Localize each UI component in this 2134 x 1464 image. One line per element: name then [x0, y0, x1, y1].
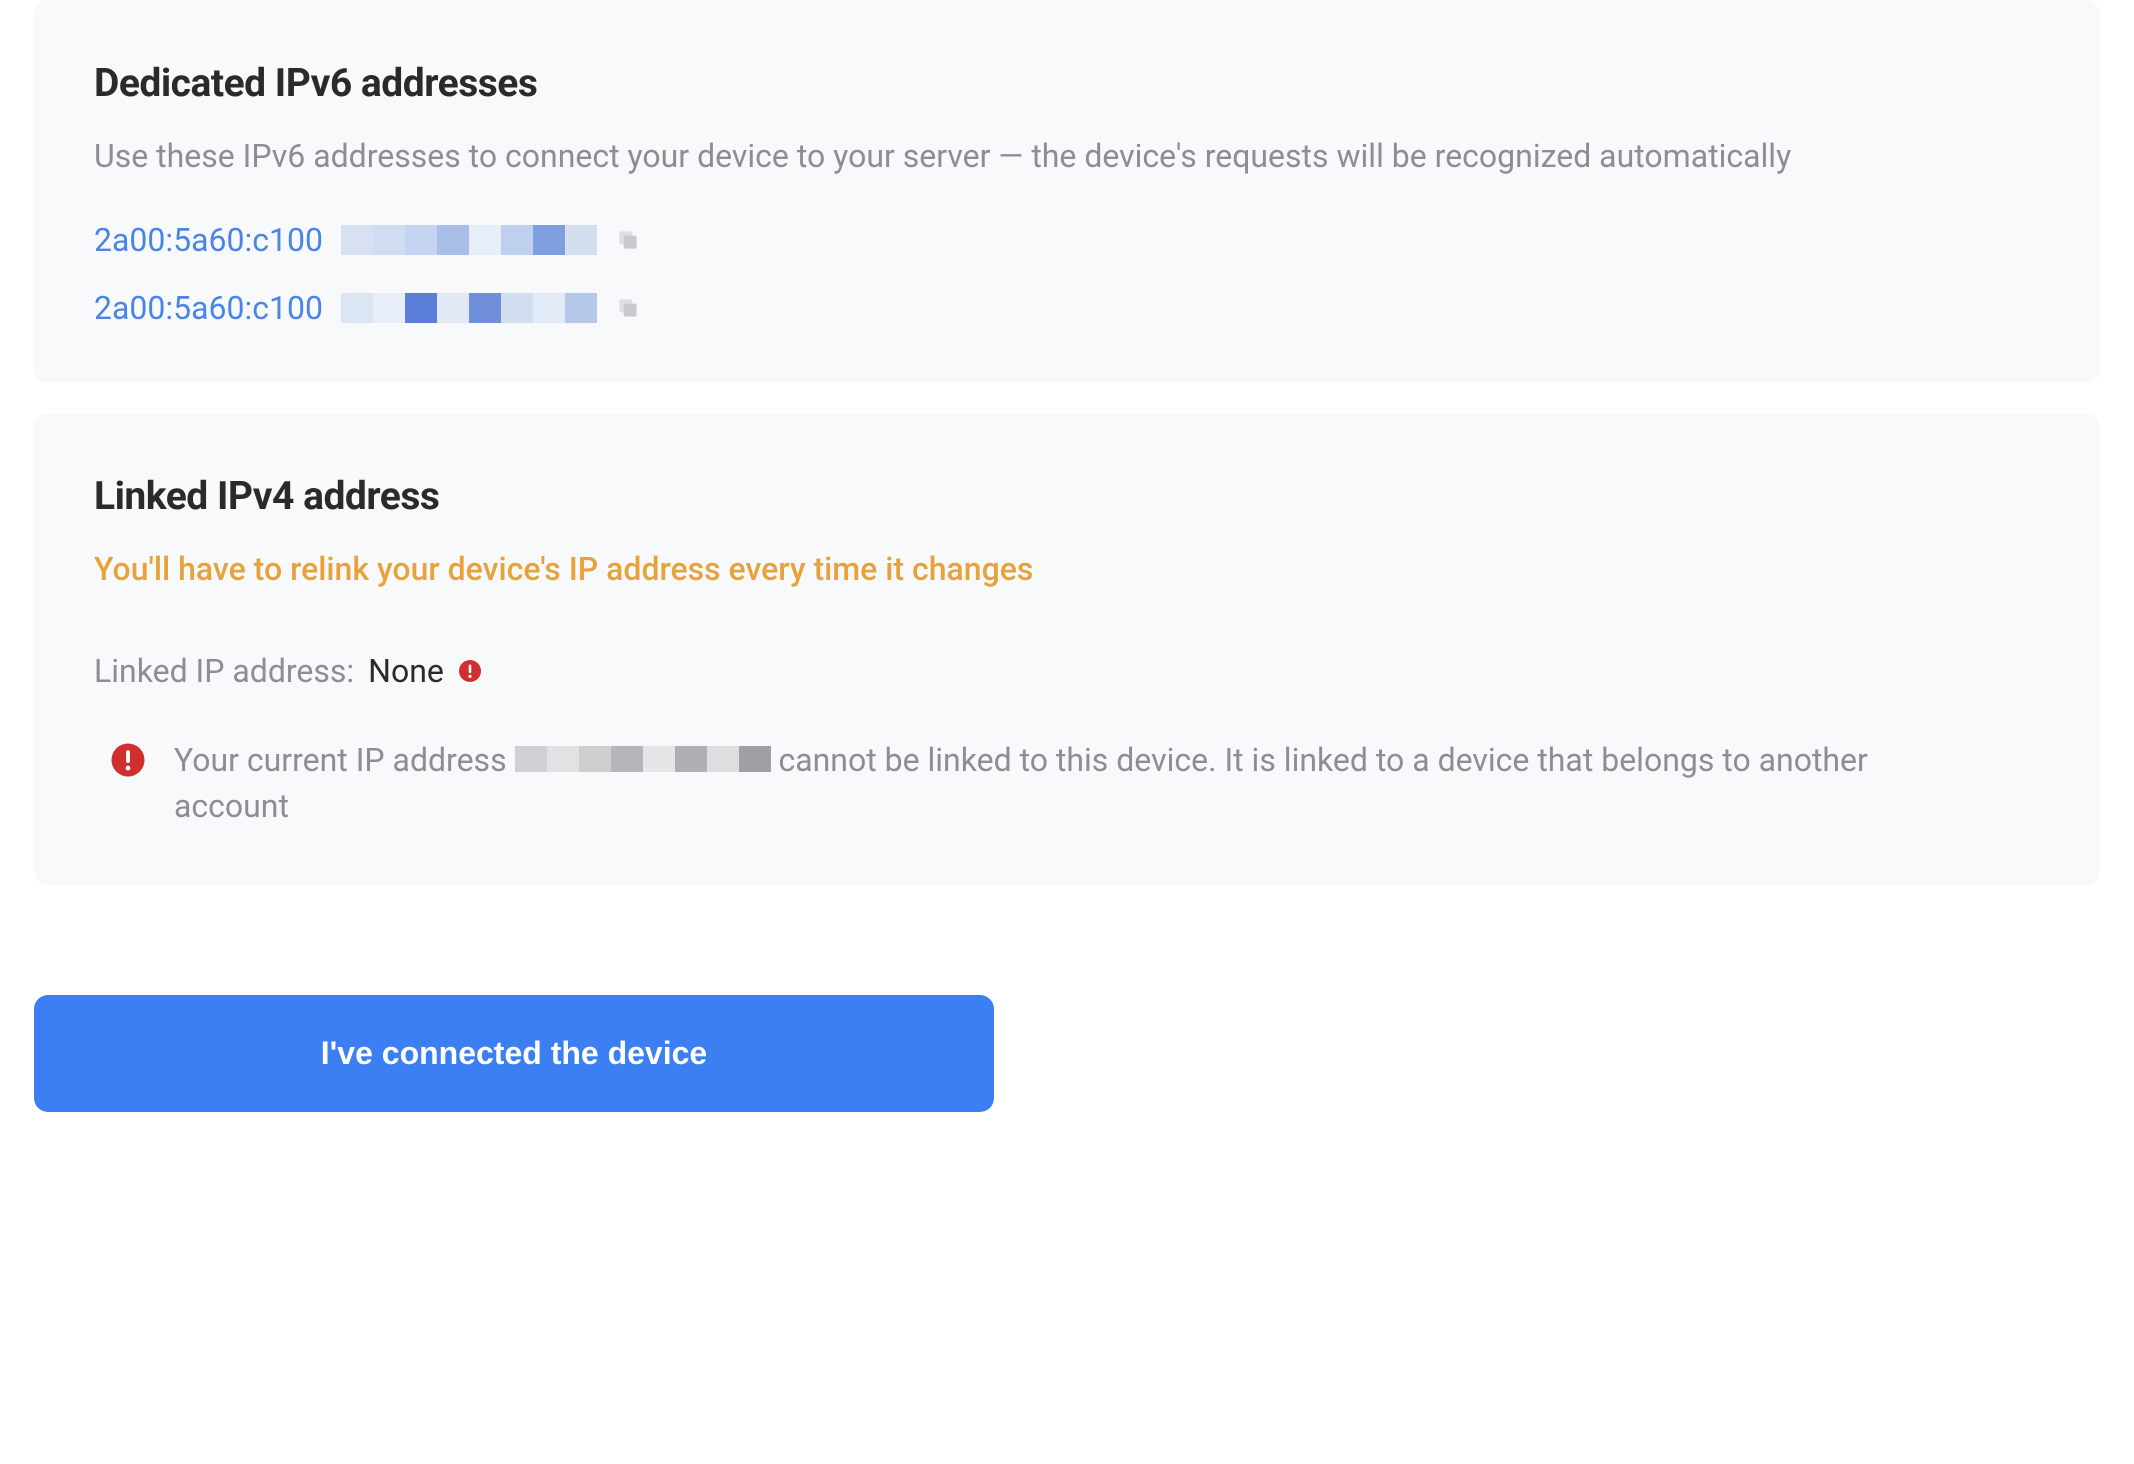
ipv6-title: Dedicated IPv6 addresses [94, 60, 2040, 106]
ipv6-address-row: 2a00:5a60:c100 [94, 289, 2040, 327]
ipv6-card: Dedicated IPv6 addresses Use these IPv6 … [34, 0, 2100, 383]
linked-ip-value: None [368, 652, 444, 690]
redacted-ipv6-suffix [341, 225, 597, 255]
ip-link-error-text: Your current IP address cannot be linked… [174, 738, 1980, 829]
ipv4-warning-text: You'll have to relink your device's IP a… [94, 547, 2040, 592]
copy-icon[interactable] [615, 295, 641, 321]
ipv6-description: Use these IPv6 addresses to connect your… [94, 134, 2040, 179]
linked-ip-label: Linked IP address: [94, 652, 354, 690]
copy-icon[interactable] [615, 227, 641, 253]
ipv4-title: Linked IPv4 address [94, 473, 2040, 519]
ipv4-card: Linked IPv4 address You'll have to relin… [34, 413, 2100, 885]
redacted-ipv6-suffix [341, 293, 597, 323]
error-prefix: Your current IP address [174, 741, 515, 779]
redacted-current-ip [515, 746, 771, 776]
alert-icon [110, 742, 146, 778]
ip-link-error: Your current IP address cannot be linked… [94, 738, 2040, 829]
ipv6-address-row: 2a00:5a60:c100 [94, 221, 2040, 259]
ipv6-address-text: 2a00:5a60:c100 [94, 221, 323, 259]
connected-device-button[interactable]: I've connected the device [34, 995, 994, 1112]
linked-ip-row: Linked IP address: None [94, 652, 2040, 690]
alert-icon [458, 659, 482, 683]
ipv6-address-text: 2a00:5a60:c100 [94, 289, 323, 327]
